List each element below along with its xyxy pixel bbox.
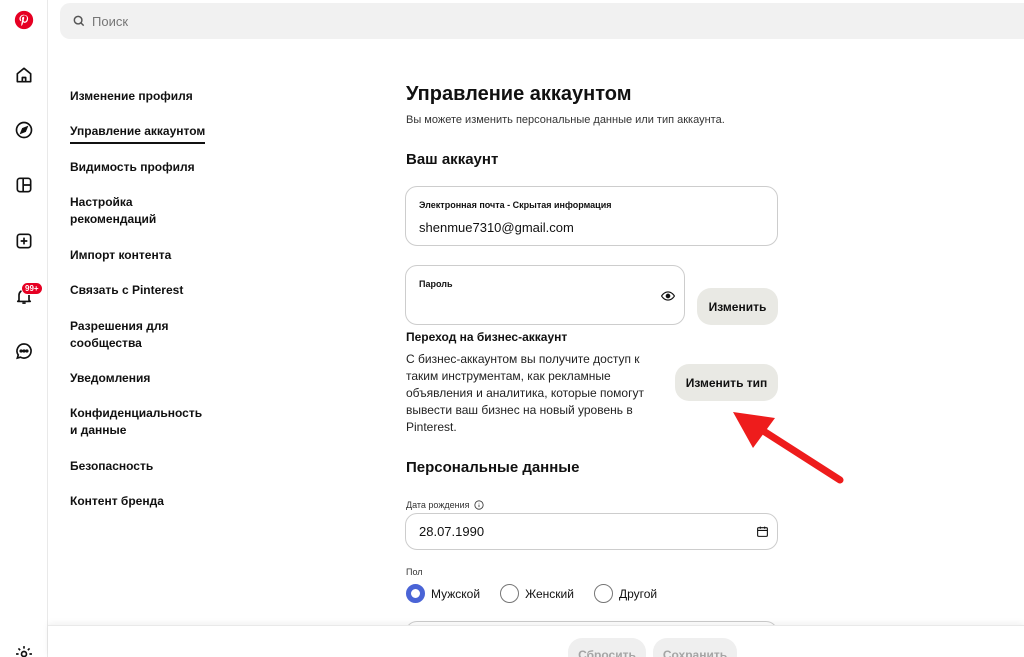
- birthdate-value: 28.07.1990: [419, 524, 485, 539]
- nav-item-profile-visibility[interactable]: Видимость профиля: [70, 159, 240, 176]
- password-label: Пароль: [419, 279, 453, 289]
- nav-item-security[interactable]: Безопасность: [70, 458, 240, 475]
- birthdate-label: Дата рождения: [406, 500, 470, 510]
- left-rail: 99+: [0, 0, 48, 657]
- nav-item-account-management[interactable]: Управление аккаунтом: [70, 123, 240, 144]
- reset-button[interactable]: Сбросить: [568, 638, 646, 657]
- gender-radio-male[interactable]: Мужской: [406, 584, 480, 603]
- nav-item-branded-content[interactable]: Контент бренда: [70, 493, 240, 510]
- notifications-badge: 99+: [21, 282, 43, 295]
- messages-icon[interactable]: [8, 335, 40, 367]
- password-field[interactable]: Пароль: [405, 265, 685, 325]
- nav-item-import-content[interactable]: Импорт контента: [70, 247, 240, 264]
- search-input[interactable]: [92, 13, 692, 29]
- change-account-type-button[interactable]: Изменить тип: [675, 364, 778, 401]
- gender-option-label: Мужской: [431, 586, 481, 601]
- gender-label: Пол: [406, 567, 423, 577]
- business-title: Переход на бизнес-аккаунт: [406, 330, 568, 344]
- pinterest-logo-icon[interactable]: [8, 4, 40, 36]
- account-heading: Ваш аккаунт: [406, 151, 499, 168]
- nav-item-community-permissions[interactable]: Разрешения для сообщества: [70, 318, 180, 352]
- explore-compass-icon[interactable]: [8, 114, 40, 146]
- boards-icon[interactable]: [8, 169, 40, 201]
- email-value: shenmue7310@gmail.com: [419, 220, 574, 235]
- page-subtitle: Вы можете изменить персональные данные и…: [406, 114, 725, 126]
- show-password-eye-icon[interactable]: [661, 290, 675, 302]
- gender-radio-other[interactable]: Другой: [593, 584, 658, 603]
- home-icon[interactable]: [8, 59, 40, 91]
- change-password-button[interactable]: Изменить: [697, 288, 778, 325]
- email-field[interactable]: Электронная почта - Скрытая информация s…: [405, 186, 778, 246]
- personal-heading: Персональные данные: [406, 459, 580, 476]
- page-title: Управление аккаунтом: [406, 83, 632, 105]
- nav-item-notifications[interactable]: Уведомления: [70, 370, 240, 387]
- gender-option-label: Другой: [618, 586, 658, 601]
- settings-gear-icon[interactable]: [8, 638, 40, 657]
- gender-radio-female[interactable]: Женский: [500, 584, 574, 603]
- save-button[interactable]: Сохранить: [653, 638, 737, 657]
- email-label: Электронная почта - Скрытая информация: [419, 200, 612, 210]
- footer-action-bar: Сбросить Сохранить: [48, 625, 1024, 657]
- gender-option-label: Женский: [525, 586, 574, 601]
- radio-circle: [500, 584, 520, 603]
- birthdate-label-row: Дата рождения: [406, 500, 484, 510]
- nav-item-edit-profile[interactable]: Изменение профиля: [70, 88, 240, 105]
- nav-item-privacy-data[interactable]: Конфиденциальность и данные: [70, 405, 210, 439]
- nav-item-link-pinterest[interactable]: Связать с Pinterest: [70, 282, 240, 299]
- radio-circle: [593, 584, 613, 603]
- create-plus-icon[interactable]: [8, 225, 40, 257]
- nav-item-recommendations[interactable]: Настройка рекомендаций: [70, 194, 180, 228]
- calendar-icon[interactable]: [756, 525, 769, 538]
- business-description: С бизнес-аккаунтом вы получите доступ к …: [406, 352, 644, 434]
- info-icon[interactable]: [473, 500, 484, 510]
- annotation-arrow: [733, 412, 844, 484]
- radio-selected-circle: [406, 584, 425, 603]
- gender-radio-group: Мужской Женский Другой: [406, 584, 677, 603]
- birthdate-field[interactable]: 28.07.1990: [405, 513, 778, 550]
- search-icon: [73, 15, 85, 27]
- search-bar[interactable]: [60, 3, 1024, 39]
